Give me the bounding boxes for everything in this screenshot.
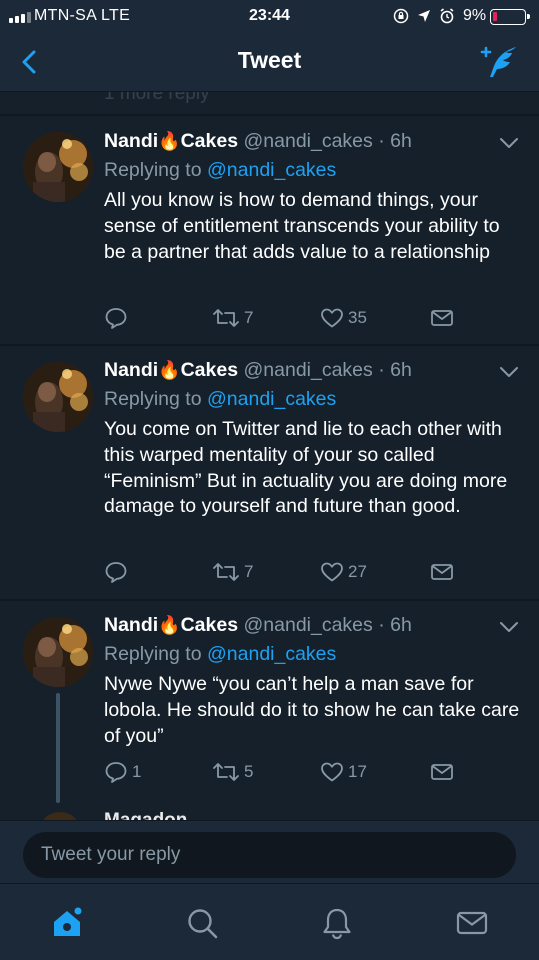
retweet-count: 7 [244, 308, 254, 327]
display-name-suffix: Cakes [180, 130, 239, 152]
retweet-count: 7 [244, 562, 254, 581]
notifications-bell-icon[interactable] [320, 906, 354, 940]
avatar[interactable] [23, 617, 93, 687]
reply-icon [105, 562, 127, 583]
tweet-reply-input[interactable] [23, 832, 516, 878]
tweet-text: All you know is how to demand things, yo… [104, 189, 500, 263]
thread-connector-line [56, 693, 60, 803]
tweet-card[interactable]: Nandi🔥Cakes @nandi_cakes · 6h Replying t… [0, 601, 539, 803]
tweet-card[interactable]: Nandi🔥Cakes @nandi_cakes · 6h Replying t… [0, 346, 539, 598]
display-name: Nandi [104, 359, 159, 381]
envelope-icon [431, 764, 453, 780]
search-icon[interactable] [185, 906, 219, 940]
status-bar: MTN-SA LTE 23:44 9% [0, 0, 539, 34]
display-name: Nandi [104, 614, 159, 636]
replying-prefix: Replying to [104, 643, 202, 665]
retweet-button[interactable]: 7 [212, 306, 253, 330]
mention-link[interactable]: @nandi_cakes [207, 643, 336, 665]
battery-percent: 9% [463, 7, 487, 24]
chevron-down-icon[interactable] [498, 136, 520, 150]
retweet-icon [213, 563, 239, 581]
heart-icon [321, 562, 343, 582]
display-name-suffix: Cakes [180, 359, 239, 381]
retweet-icon [213, 309, 239, 327]
reply-icon [105, 762, 127, 783]
retweet-button[interactable]: 7 [212, 560, 253, 584]
avatar[interactable] [23, 362, 93, 432]
tweet-actions: 1 5 17 [104, 760, 524, 788]
chevron-down-icon[interactable] [498, 620, 520, 634]
messages-envelope-icon[interactable] [455, 906, 489, 940]
reply-icon [105, 308, 127, 329]
reply-count: 1 [132, 762, 142, 781]
location-arrow-icon [418, 10, 430, 22]
retweet-button[interactable]: 5 [212, 760, 253, 784]
heart-icon [321, 762, 343, 782]
retweet-icon [213, 763, 239, 781]
tweet-author[interactable]: Nandi🔥Cakes @nandi_cakes · 6h [104, 359, 412, 382]
handle-timestamp: @nandi_cakes · 6h [243, 130, 412, 152]
like-button[interactable]: 35 [320, 306, 367, 330]
fire-emoji: 🔥 [158, 131, 181, 151]
fire-emoji: 🔥 [158, 360, 181, 380]
like-count: 35 [348, 308, 367, 327]
like-count: 27 [348, 562, 367, 581]
direct-message-button[interactable] [430, 560, 454, 584]
mention-link[interactable]: @nandi_cakes [207, 388, 336, 410]
tweet-actions: 7 27 [104, 560, 524, 588]
reply-button[interactable] [104, 560, 132, 584]
replying-to: Replying to @nandi_cakes [104, 388, 336, 411]
display-name-suffix: Cakes [180, 614, 239, 636]
fire-emoji: 🔥 [158, 615, 181, 635]
tweet-text: Nywe Nywe “you can’t help a man save for… [104, 673, 520, 747]
tweet-text: You come on Twitter and lie to each othe… [104, 418, 508, 518]
like-button[interactable]: 27 [320, 560, 367, 584]
tweet-card[interactable]: Nandi🔥Cakes @nandi_cakes · 6h Replying t… [0, 116, 539, 344]
replying-to: Replying to @nandi_cakes [104, 643, 336, 666]
replying-prefix: Replying to [104, 159, 202, 181]
reply-button[interactable]: 1 [104, 760, 141, 784]
clock: 23:44 [249, 7, 290, 24]
home-icon[interactable] [50, 906, 84, 940]
handle-timestamp: @nandi_cakes · 6h [243, 359, 412, 381]
chevron-down-icon[interactable] [498, 365, 520, 379]
nav-header: Tweet [0, 34, 539, 92]
battery-icon [490, 9, 530, 25]
direct-message-button[interactable] [430, 760, 454, 784]
partial-previous-tweet: 1 more reply [0, 92, 539, 114]
avatar[interactable] [38, 812, 82, 820]
alarm-icon [440, 8, 454, 24]
avatar[interactable] [23, 132, 93, 202]
reply-button[interactable] [104, 306, 132, 330]
system-icons [393, 8, 455, 24]
tweet-author[interactable]: Nandi🔥Cakes @nandi_cakes · 6h [104, 614, 412, 637]
like-button[interactable]: 17 [320, 760, 367, 784]
envelope-icon [431, 310, 453, 326]
replying-to: Replying to @nandi_cakes [104, 159, 336, 182]
page-title: Tweet [237, 47, 302, 73]
more-replies-link[interactable]: 1 more reply [104, 92, 210, 105]
display-name: Magadon [104, 810, 187, 820]
bottom-tab-bar [0, 883, 539, 960]
mention-link[interactable]: @nandi_cakes [207, 159, 336, 181]
heart-icon [321, 308, 343, 328]
lock-rotation-icon [393, 8, 409, 24]
envelope-icon [431, 564, 453, 580]
handle-timestamp: @nandi_cakes · 6h [243, 614, 412, 636]
compose-tweet-icon[interactable] [478, 44, 520, 80]
display-name: Nandi [104, 130, 159, 152]
direct-message-button[interactable] [430, 306, 454, 330]
replying-prefix: Replying to [104, 388, 202, 410]
partial-next-tweet[interactable]: Magadon [0, 802, 539, 820]
tweet-thread: 1 more reply Nandi🔥Cakes @nandi_cakes · … [0, 92, 539, 820]
reply-composer [0, 820, 539, 883]
like-count: 17 [348, 762, 367, 781]
retweet-count: 5 [244, 762, 254, 781]
tweet-actions: 7 35 [104, 306, 524, 334]
tweet-author[interactable]: Nandi🔥Cakes @nandi_cakes · 6h [104, 130, 412, 153]
